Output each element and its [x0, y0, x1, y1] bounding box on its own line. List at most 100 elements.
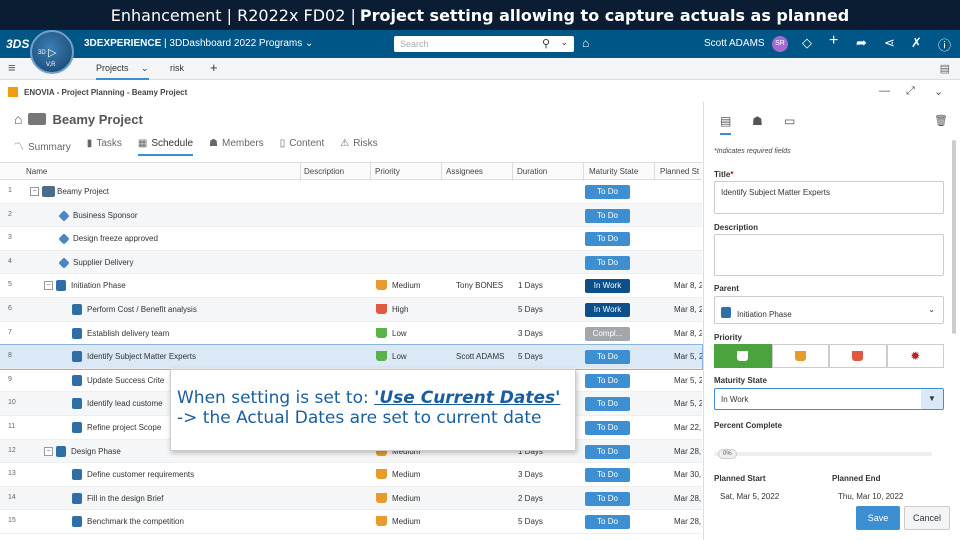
- collapse-icon[interactable]: −: [30, 187, 39, 196]
- tab-schedule[interactable]: ▦ Schedule: [137, 138, 194, 156]
- duration-cell[interactable]: 3 Days: [518, 329, 543, 338]
- task-name[interactable]: Identify lead custome: [87, 399, 163, 408]
- planned-start-cell[interactable]: Mar 28, 2022: [674, 494, 702, 503]
- table-row[interactable]: 8 Identify Subject Matter Experts Low Scott…: [0, 344, 703, 370]
- table-row[interactable]: 15 Benchmark the competition Medium 5 Days T…: [0, 510, 702, 534]
- column-header-priority[interactable]: Priority: [375, 167, 400, 176]
- menu-icon[interactable]: ≡: [8, 60, 16, 75]
- collapse-icon[interactable]: −: [44, 446, 53, 456]
- bookmark-icon[interactable]: ◇: [802, 35, 812, 51]
- table-row[interactable]: 13 Define customer requirements Medium 3 Da…: [0, 463, 702, 487]
- duration-cell[interactable]: 3 Days: [518, 470, 543, 479]
- table-row[interactable]: 2 Business Sponsor To Do: [0, 203, 702, 228]
- task-name[interactable]: Design Phase: [71, 447, 121, 456]
- assignees-tab-icon[interactable]: ☗: [752, 114, 763, 128]
- status-badge[interactable]: To Do: [585, 373, 630, 388]
- duration-cell[interactable]: 1 Days: [518, 281, 543, 290]
- description-field[interactable]: [714, 234, 944, 276]
- properties-tab-icon[interactable]: ▤: [720, 114, 732, 135]
- priority-cell[interactable]: Medium: [376, 516, 420, 527]
- tools-icon[interactable]: ✗: [911, 35, 922, 51]
- task-name[interactable]: Perform Cost / Benefit analysis: [87, 305, 197, 314]
- task-name[interactable]: Define customer requirements: [87, 470, 194, 479]
- priority-cell[interactable]: Low: [376, 351, 407, 362]
- planned-start-cell[interactable]: Mar 8, 2022: [674, 305, 702, 314]
- trash-icon[interactable]: 🗑: [934, 114, 948, 127]
- column-header-name[interactable]: Name: [26, 167, 47, 176]
- duration-cell[interactable]: 5 Days: [518, 352, 543, 361]
- priority-cell[interactable]: Low: [376, 327, 407, 338]
- home-icon[interactable]: ⌂: [14, 111, 22, 127]
- share-icon[interactable]: ➦: [856, 35, 867, 51]
- chevron-down-icon[interactable]: ⌄: [928, 305, 935, 314]
- planned-start-cell[interactable]: Mar 22, 2022: [674, 423, 702, 432]
- column-header-assignees[interactable]: Assignees: [446, 167, 483, 176]
- task-name[interactable]: Supplier Delivery: [73, 258, 133, 267]
- table-row[interactable]: 6 Perform Cost / Benefit analysis High 5 Da…: [0, 297, 702, 322]
- table-row[interactable]: 5 − Initiation Phase Medium Tony BONES 1 Days…: [0, 274, 702, 298]
- task-name[interactable]: Initiation Phase: [71, 281, 126, 290]
- status-badge[interactable]: To Do: [585, 232, 630, 247]
- task-name[interactable]: Establish delivery team: [87, 329, 169, 338]
- table-row[interactable]: 4 Supplier Delivery To Do: [0, 250, 702, 275]
- title-field[interactable]: Identify Subject Matter Experts: [714, 181, 944, 214]
- platform-brand[interactable]: 3DEXPERIENCE | 3DDashboard 2022 Programs…: [84, 38, 313, 49]
- tab-tasks[interactable]: ▮ Tasks: [87, 138, 122, 156]
- tab-content[interactable]: ▯ Content: [280, 138, 325, 156]
- status-badge[interactable]: To Do: [585, 515, 630, 530]
- chevron-down-icon[interactable]: ⌄: [560, 37, 568, 48]
- maturity-state-select[interactable]: In Work ▼: [714, 388, 944, 410]
- discussion-tab-icon[interactable]: ▭: [784, 114, 795, 128]
- add-icon[interactable]: +: [829, 32, 838, 50]
- tag-icon[interactable]: ⌂: [582, 36, 589, 50]
- status-badge[interactable]: To Do: [585, 397, 630, 412]
- status-badge[interactable]: To Do: [585, 208, 630, 223]
- status-badge[interactable]: To Do: [585, 420, 630, 435]
- parent-field[interactable]: Initiation Phase ⌄: [714, 296, 944, 324]
- save-button[interactable]: Save: [856, 506, 900, 530]
- assignee-cell[interactable]: Scott ADAMS: [456, 352, 504, 361]
- column-header-planned-start[interactable]: Planned St: [660, 167, 699, 176]
- percent-complete-slider[interactable]: [714, 452, 932, 456]
- status-badge[interactable]: In Work: [585, 279, 630, 294]
- status-badge[interactable]: Compl...: [585, 326, 630, 341]
- column-header-description[interactable]: Description: [304, 167, 344, 176]
- task-name[interactable]: Fill in the design Brief: [87, 494, 163, 503]
- planned-start-cell[interactable]: Mar 8, 2022: [674, 329, 702, 338]
- priority-cell[interactable]: High: [376, 303, 408, 314]
- chat-icon[interactable]: ▤: [940, 62, 950, 75]
- table-row[interactable]: 1 − Beamy Project To Do: [0, 180, 702, 204]
- task-name[interactable]: Refine project Scope: [87, 423, 161, 432]
- planned-start-cell[interactable]: Mar 5, 2022: [674, 352, 702, 361]
- task-name[interactable]: Benchmark the competition: [87, 517, 184, 526]
- planned-end-field[interactable]: Thu, Mar 10, 2022: [838, 492, 903, 501]
- status-badge[interactable]: To Do: [585, 444, 630, 459]
- network-icon[interactable]: ⋖: [884, 35, 895, 51]
- planned-start-cell[interactable]: Mar 28, 2022: [674, 447, 702, 456]
- task-name[interactable]: Identify Subject Matter Experts: [87, 352, 196, 361]
- collapse-icon[interactable]: −: [44, 281, 53, 291]
- panel-scrollbar[interactable]: [952, 140, 956, 334]
- chevron-down-icon[interactable]: ⌄: [934, 85, 943, 98]
- priority-medium-button[interactable]: [771, 344, 829, 368]
- caret-down-icon[interactable]: ▼: [921, 389, 943, 409]
- tab-summary[interactable]: 〽 Summary: [14, 138, 71, 156]
- status-badge[interactable]: In Work: [585, 302, 630, 317]
- planned-start-cell[interactable]: Mar 8, 2022: [674, 281, 702, 290]
- tab-members[interactable]: ☗ Members: [209, 138, 264, 156]
- planned-start-cell[interactable]: Mar 28, 2022: [674, 517, 702, 526]
- chevron-down-icon[interactable]: ⌄: [141, 63, 149, 73]
- planned-start-cell[interactable]: Mar 5, 2022: [674, 399, 702, 408]
- add-tab-button[interactable]: +: [210, 60, 218, 75]
- table-row[interactable]: 14 Fill in the design Brief Medium 2 Days To…: [0, 486, 702, 511]
- user-name[interactable]: Scott ADAMS: [704, 38, 765, 49]
- duration-cell[interactable]: 5 Days: [518, 305, 543, 314]
- cancel-button[interactable]: Cancel: [904, 506, 950, 530]
- duration-cell[interactable]: 5 Days: [518, 517, 543, 526]
- planned-start-cell[interactable]: Mar 30, 2022: [674, 470, 702, 479]
- compass-button[interactable]: 3D ▷ V,R: [30, 30, 74, 74]
- table-row[interactable]: 3 Design freeze approved To Do: [0, 227, 702, 251]
- planned-start-cell[interactable]: Mar 5, 2022: [674, 376, 702, 385]
- table-row[interactable]: 7 Establish delivery team Low 3 Days Compl..…: [0, 322, 702, 346]
- search-input[interactable]: Search ⚲ ⌄: [394, 36, 574, 52]
